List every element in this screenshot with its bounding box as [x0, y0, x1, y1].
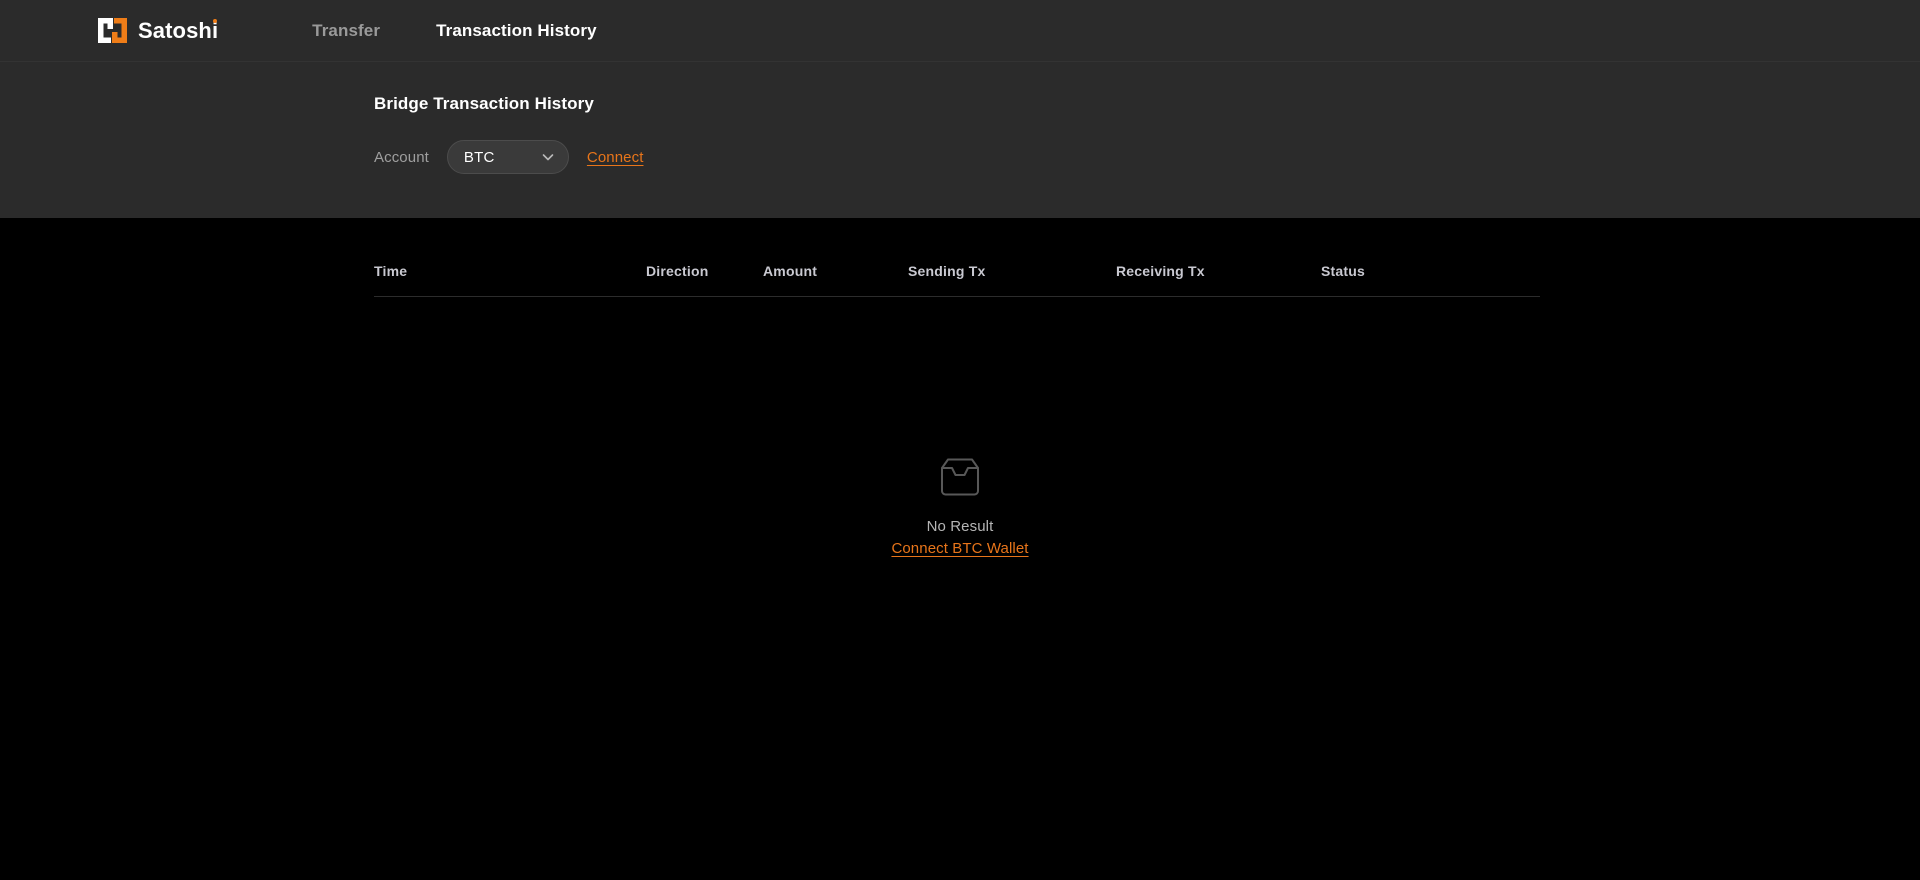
account-row: Account BTC Connect [374, 140, 1920, 174]
satoshi-logo-icon [98, 18, 127, 43]
column-header-amount[interactable]: Amount [763, 263, 908, 297]
column-header-receiving-tx[interactable]: Receiving Tx [1116, 263, 1321, 297]
account-label: Account [374, 148, 429, 166]
inbox-tray-icon [938, 457, 982, 497]
column-header-sending-tx[interactable]: Sending Tx [908, 263, 1116, 297]
empty-state: No Result Connect BTC Wallet [374, 457, 1546, 557]
account-select-value: BTC [463, 148, 495, 166]
table-header-row: Time Direction Amount Sending Tx Receivi… [374, 263, 1540, 297]
account-select[interactable]: BTC [446, 140, 569, 174]
connect-wallet-link[interactable]: Connect [587, 149, 644, 166]
column-header-status[interactable]: Status [1321, 263, 1540, 297]
brand-name: Satoshi [138, 17, 219, 43]
subheader-section: Bridge Transaction History Account BTC C… [0, 62, 1920, 218]
top-navbar: Satoshi Transfer Transaction History [0, 0, 1920, 62]
page-title: Bridge Transaction History [374, 94, 594, 113]
chevron-down-icon [540, 149, 556, 165]
connect-btc-wallet-link[interactable]: Connect BTC Wallet [891, 540, 1028, 557]
column-header-time[interactable]: Time [374, 263, 646, 297]
column-header-direction[interactable]: Direction [646, 263, 763, 297]
brand-logo[interactable]: Satoshi [98, 18, 218, 43]
nav-item-transfer[interactable]: Transfer [312, 21, 380, 41]
nav-links: Transfer Transaction History [312, 21, 597, 41]
main-content: Time Direction Amount Sending Tx Receivi… [0, 218, 1920, 880]
transaction-table: Time Direction Amount Sending Tx Receivi… [374, 263, 1540, 297]
brand-accent-dot [213, 18, 218, 23]
empty-state-message: No Result [926, 518, 994, 535]
table-header: Time Direction Amount Sending Tx Receivi… [374, 263, 1540, 297]
nav-item-transaction-history[interactable]: Transaction History [436, 21, 597, 41]
